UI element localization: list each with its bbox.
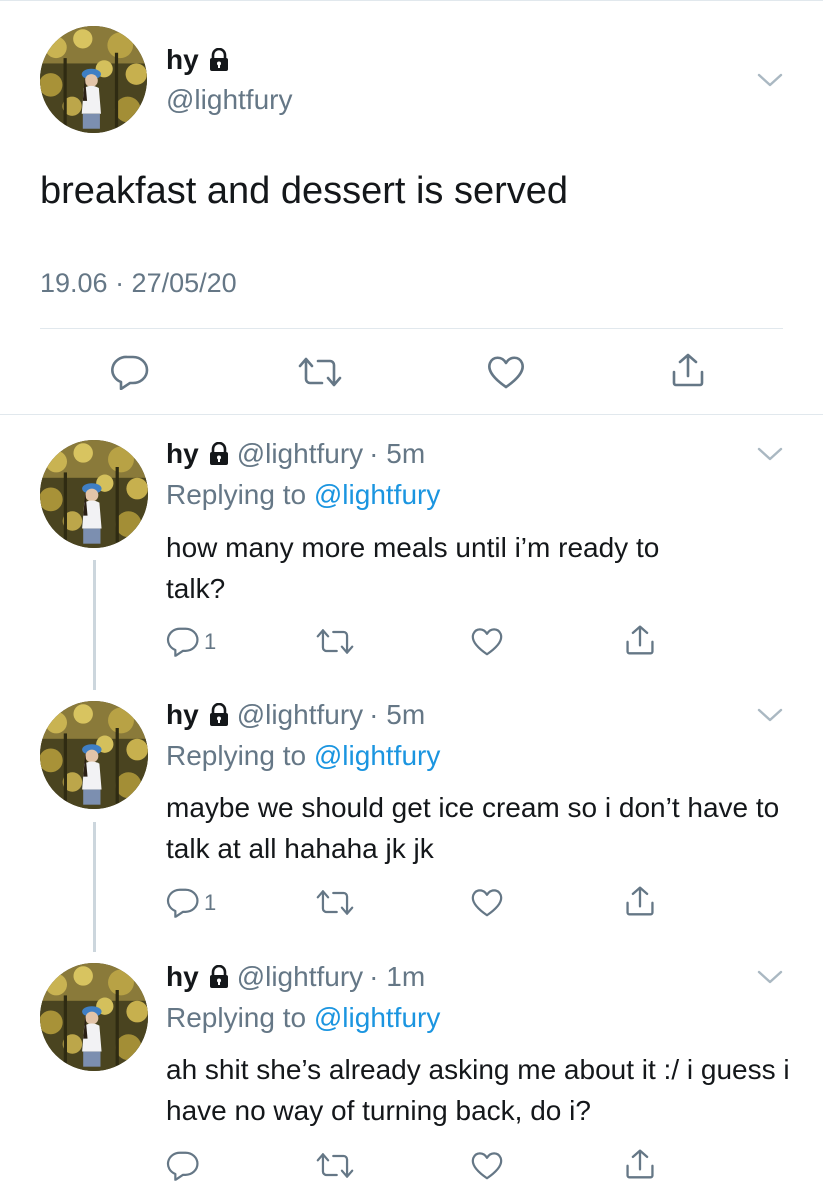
replying-to-label: Replying to — [166, 740, 314, 771]
like-icon — [470, 887, 504, 918]
reply-count: 1 — [204, 889, 217, 915]
replying-to: Replying to @lightfury — [166, 1002, 440, 1034]
like-button[interactable] — [470, 626, 504, 657]
chevron-down-icon[interactable] — [757, 707, 783, 723]
chevron-down-icon[interactable] — [757, 72, 783, 88]
share-icon — [624, 885, 656, 917]
author-name[interactable]: hy — [166, 44, 199, 76]
chevron-down-icon[interactable] — [757, 446, 783, 462]
replying-to: Replying to @lightfury — [166, 479, 440, 511]
author-handle[interactable]: @lightfury — [237, 438, 363, 470]
retweet-button[interactable] — [316, 887, 354, 918]
reply-icon — [166, 626, 200, 657]
author-name[interactable]: hy — [166, 961, 199, 993]
like-button[interactable] — [486, 354, 526, 390]
reply-button[interactable]: 1 — [166, 626, 216, 657]
reply-text: how many more meals until i’m ready to t… — [166, 532, 660, 604]
author-handle[interactable]: @lightfury — [166, 84, 292, 116]
like-icon — [470, 1150, 504, 1181]
replying-to-label: Replying to — [166, 479, 314, 510]
reply-button[interactable] — [166, 1150, 200, 1181]
retweet-button[interactable] — [316, 626, 354, 657]
share-icon — [624, 1148, 656, 1180]
reply-header: hy @lightfury · 5m — [166, 699, 425, 731]
author-name[interactable]: hy — [166, 438, 199, 470]
reply-time[interactable]: · 5m — [369, 438, 425, 470]
lock-icon — [207, 442, 231, 466]
replying-to-label: Replying to — [166, 1002, 314, 1033]
author-handle[interactable]: @lightfury — [237, 961, 363, 993]
share-icon — [670, 352, 706, 388]
reply-header: hy @lightfury · 1m — [166, 961, 425, 993]
reply-button[interactable] — [110, 354, 150, 390]
mention-link[interactable]: @lightfury — [314, 740, 440, 771]
replying-to: Replying to @lightfury — [166, 740, 440, 772]
avatar[interactable] — [40, 440, 148, 548]
retweet-icon — [316, 1150, 354, 1181]
retweet-icon — [298, 354, 342, 390]
mention-link[interactable]: @lightfury — [314, 479, 440, 510]
share-button[interactable] — [624, 624, 656, 656]
retweet-icon — [316, 626, 354, 657]
like-button[interactable] — [470, 887, 504, 918]
tweet-text: breakfast and dessert is served — [40, 170, 569, 212]
reply-icon — [166, 1150, 200, 1181]
reply-text: ah shit she’s already asking me about it… — [166, 1054, 790, 1126]
like-icon — [470, 626, 504, 657]
mention-link[interactable]: @lightfury — [314, 1002, 440, 1033]
author-handle[interactable]: @lightfury — [237, 699, 363, 731]
share-icon — [624, 624, 656, 656]
lock-icon — [207, 48, 231, 72]
lock-icon — [207, 703, 231, 727]
share-button[interactable] — [670, 352, 706, 388]
divider — [40, 328, 783, 329]
retweet-button[interactable] — [316, 1150, 354, 1181]
reply-button[interactable]: 1 — [166, 887, 216, 918]
retweet-icon — [316, 887, 354, 918]
tweet-timestamp[interactable]: 19.06 · 27/05/20 — [40, 268, 237, 299]
reply-icon — [110, 354, 150, 390]
top-divider — [0, 0, 823, 1]
divider — [0, 414, 823, 415]
reply-icon — [166, 887, 200, 918]
reply-time[interactable]: · 1m — [369, 961, 425, 993]
author-name-row[interactable]: hy — [166, 44, 231, 76]
avatar[interactable] — [40, 26, 147, 133]
thread-line — [93, 560, 96, 690]
share-button[interactable] — [624, 885, 656, 917]
author-name[interactable]: hy — [166, 699, 199, 731]
reply-header: hy @lightfury · 5m — [166, 438, 425, 470]
avatar[interactable] — [40, 701, 148, 809]
thread-line — [93, 822, 96, 952]
lock-icon — [207, 965, 231, 989]
like-button[interactable] — [470, 1150, 504, 1181]
reply-text: maybe we should get ice cream so i don’t… — [166, 792, 780, 864]
avatar[interactable] — [40, 963, 148, 1071]
retweet-button[interactable] — [298, 354, 342, 390]
chevron-down-icon[interactable] — [757, 969, 783, 985]
reply-time[interactable]: · 5m — [369, 699, 425, 731]
like-icon — [486, 354, 526, 390]
share-button[interactable] — [624, 1148, 656, 1180]
reply-count: 1 — [204, 628, 217, 654]
